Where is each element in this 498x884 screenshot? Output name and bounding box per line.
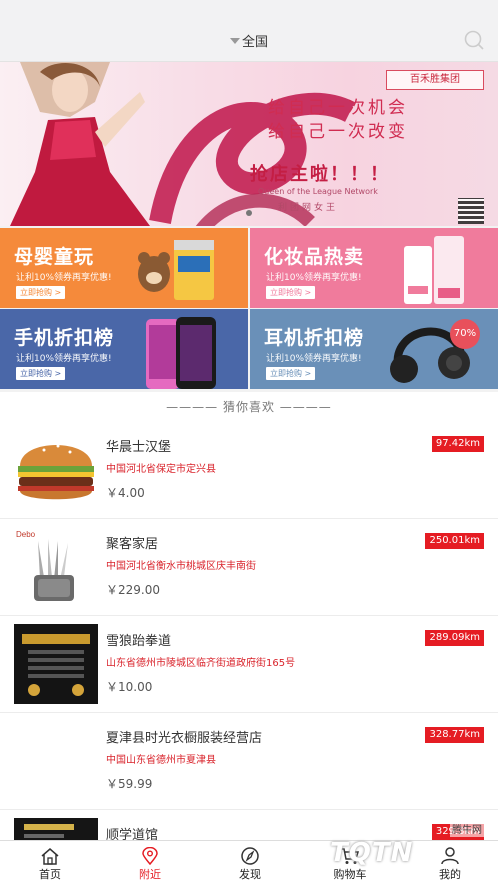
carousel-dot[interactable] — [246, 210, 252, 216]
location-pin-icon — [142, 847, 158, 865]
distance-badge: 250.01km — [425, 533, 484, 549]
promo-title: 化妆品热卖 — [264, 246, 365, 268]
banner-headline-3: 抢店主啦！！！ — [250, 164, 390, 185]
compass-icon — [241, 847, 259, 865]
shop-price: ￥59.99 — [106, 777, 153, 791]
taekwondo-poster-thumbnail — [14, 624, 98, 704]
promo-baby-toys[interactable]: 母婴童玩 让利10%领券再享优惠! 立即抢购 > — [0, 228, 248, 308]
search-icon[interactable] — [464, 30, 484, 50]
promo-title: 母婴童玩 — [14, 246, 95, 268]
knife-set-thumbnail: Debo — [14, 527, 98, 607]
promo-title: 耳机折扣榜 — [264, 327, 365, 349]
promo-buy-button[interactable]: 立即抢购 > — [16, 367, 66, 380]
location-label: 全国 — [241, 35, 268, 50]
distance-badge: 328.77km — [425, 727, 484, 743]
promo-subtitle: 让利10%领券再享优惠! — [16, 354, 112, 364]
list-item[interactable]: 华晨士汉堡 中国河北省保定市定兴县 ￥4.00 97.42km — [0, 422, 498, 519]
section-title-guess-you-like: ———— 猜你喜欢 ———— — [0, 392, 498, 422]
dropdown-arrow-icon — [229, 38, 240, 44]
list-item[interactable]: Debo 聚客家居 中国河北省衡水市桃城区庆丰南街 ￥229.00 250.01… — [0, 519, 498, 616]
watermark-brand: TQTN — [330, 838, 414, 868]
dojo-poster-thumbnail — [14, 818, 98, 840]
tab-label: 首页 — [39, 868, 61, 881]
promo-headphones[interactable]: 耳机折扣榜 让利10%领券再享优惠! 立即抢购 > 70% — [250, 309, 498, 389]
shop-name: 聚客家居 — [106, 537, 159, 552]
top-bar: 全国 — [0, 0, 498, 62]
banner-headline-1: 给自己一次机会 — [268, 98, 408, 118]
shop-address: 中国河北省保定市定兴县 — [106, 464, 216, 475]
brand-logo: 百禾胜集团 — [386, 70, 484, 90]
phone-icon — [146, 317, 216, 389]
promo-title: 手机折扣榜 — [14, 327, 115, 349]
promo-cosmetics[interactable]: 化妆品热卖 让利10%领券再享优惠! 立即抢购 > — [250, 228, 498, 308]
distance-badge: 289.09km — [425, 630, 484, 646]
shop-address: 中国河北省衡水市桃城区庆丰南街 — [106, 561, 256, 572]
banner-headline-2: 给自己一次改变 — [268, 122, 408, 142]
thumbnail-brand-text: Debo — [16, 530, 36, 539]
shop-address: 山东省德州市陵城区临齐街道政府街165号 — [106, 658, 296, 669]
tab-discover[interactable]: 发现 — [200, 841, 300, 884]
shop-price: ￥229.00 — [106, 583, 160, 597]
shop-thumbnail-empty — [14, 721, 98, 801]
discount-badge: 70% — [450, 319, 480, 349]
promo-banner[interactable]: 百禾胜集团 给自己一次机会 给自己一次改变 抢店主啦！！！ Queen of t… — [0, 62, 498, 226]
burger-thumbnail — [14, 430, 98, 510]
promo-subtitle: 让利10%领券再享优惠! — [266, 354, 362, 364]
list-item[interactable]: 雪狼跆拳道 山东省德州市陵城区临齐街道政府街165号 ￥10.00 289.09… — [0, 616, 498, 713]
promo-buy-button[interactable]: 立即抢购 > — [266, 286, 316, 299]
distance-badge: 97.42km — [431, 436, 484, 452]
shop-price: ￥4.00 — [106, 486, 145, 500]
shop-name: 雪狼跆拳道 — [106, 634, 172, 649]
promo-subtitle: 让利10%领券再享优惠! — [266, 273, 362, 283]
shop-name: 华晨士汉堡 — [106, 440, 172, 455]
list-item[interactable]: 夏津县时光衣橱服装经营店 中国山东省德州市夏津县 ￥59.99 328.77km — [0, 713, 498, 810]
tab-home[interactable]: 首页 — [0, 841, 100, 884]
shop-price: ￥10.00 — [106, 680, 153, 694]
promo-subtitle: 让利10%领券再享优惠! — [16, 273, 112, 283]
promo-buy-button[interactable]: 立即抢购 > — [16, 286, 66, 299]
promo-buy-button[interactable]: 立即抢购 > — [266, 367, 316, 380]
watermark-site-name: 腾牛网 — [450, 820, 484, 837]
banner-english-text: Queen of the League Network — [258, 187, 378, 196]
app-root: 全国 百禾胜集团 给自己一次机会 给自己一次改变 抢店主啦！！！ Queen o… — [0, 0, 498, 884]
tab-nearby[interactable]: 附近 — [100, 841, 200, 884]
shop-name: 夏津县时光衣橱服装经营店 — [106, 731, 263, 746]
tab-label: 附近 — [139, 868, 161, 881]
location-selector[interactable]: 全国 — [0, 31, 498, 50]
watermark: 腾牛网 TQTN — [292, 818, 492, 878]
home-icon — [41, 848, 59, 865]
carousel-indicator — [0, 201, 498, 220]
shop-name: 顺学道馆 — [106, 828, 159, 840]
shop-list: 华晨士汉堡 中国河北省保定市定兴县 ￥4.00 97.42km Debo 聚客家… — [0, 422, 498, 840]
shop-address: 中国山东省德州市夏津县 — [106, 755, 216, 766]
milk-powder-can-icon — [138, 240, 214, 300]
promo-phones[interactable]: 手机折扣榜 让利10%领券再享优惠! 立即抢购 > — [0, 309, 248, 389]
tab-label: 发现 — [239, 868, 261, 881]
cosmetics-bottle-icon — [404, 236, 464, 304]
